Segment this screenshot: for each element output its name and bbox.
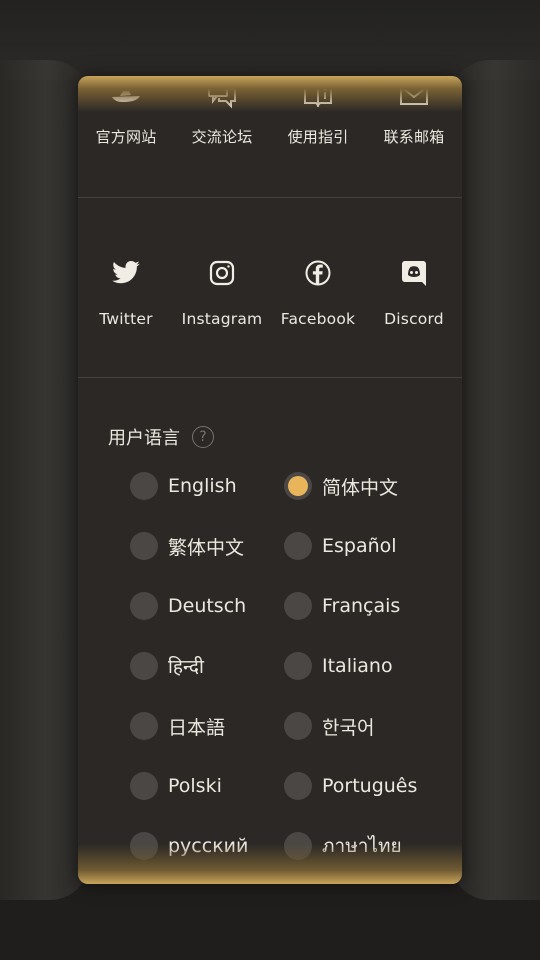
radio-button[interactable]	[130, 592, 158, 620]
language-option-traditional-chinese[interactable]: 繁体中文	[130, 526, 244, 566]
forum-label: 交流论坛	[191, 128, 253, 146]
language-option-label: Italiano	[322, 655, 393, 677]
email-label: 联系邮箱	[383, 128, 445, 146]
instagram-link[interactable]: Instagram	[182, 256, 262, 328]
twitter-link[interactable]: Twitter	[86, 256, 166, 328]
guide-link[interactable]: 使用指引	[278, 78, 358, 147]
language-option-label: Deutsch	[168, 595, 247, 617]
settings-panel: 官方网站 交流论坛 使用指引 联系邮箱 Twitter Instagram Fa…	[78, 76, 462, 884]
language-option-label: 한국어	[322, 716, 375, 739]
discord-label: Discord	[384, 310, 444, 328]
language-option-japanese[interactable]: 日本語	[130, 706, 225, 746]
language-option-label: हिन्दी	[168, 656, 204, 678]
facebook-link[interactable]: Facebook	[278, 256, 358, 328]
language-option-simplified-chinese[interactable]: 简体中文	[284, 466, 398, 506]
background-top	[0, 0, 540, 80]
language-option-label: 繁体中文	[168, 536, 245, 559]
radio-button[interactable]	[284, 652, 312, 680]
radio-button[interactable]	[284, 832, 312, 860]
language-option-french[interactable]: Français	[284, 586, 400, 626]
twitter-label: Twitter	[99, 310, 153, 328]
language-option-label: Français	[322, 595, 401, 617]
language-option-russian[interactable]: русский	[130, 826, 248, 866]
language-option-label: Polski	[168, 775, 222, 797]
book-icon	[303, 83, 333, 107]
facebook-icon	[304, 259, 332, 287]
instagram-icon	[208, 259, 236, 287]
language-option-portuguese[interactable]: Português	[284, 766, 417, 806]
radio-button[interactable]	[284, 772, 312, 800]
language-option-thai[interactable]: ภาษาไทย	[284, 826, 402, 866]
twitter-icon	[111, 260, 141, 286]
radio-button[interactable]	[130, 772, 158, 800]
discord-link[interactable]: Discord	[374, 256, 454, 328]
radio-button[interactable]	[284, 532, 312, 560]
divider-top	[78, 197, 462, 198]
facebook-label: Facebook	[280, 310, 356, 328]
social-links-row: Twitter Instagram Facebook Discord	[78, 256, 462, 328]
mail-icon	[399, 84, 429, 106]
top-links-row: 官方网站 交流论坛 使用指引 联系邮箱	[78, 78, 462, 147]
language-option-label: Português	[322, 775, 418, 797]
radio-button[interactable]	[130, 652, 158, 680]
guide-label: 使用指引	[287, 128, 349, 146]
language-option-label: 简体中文	[322, 476, 399, 499]
radio-button[interactable]	[130, 712, 158, 740]
language-header: 用户语言 ?	[108, 424, 214, 450]
language-option-label: 日本語	[168, 716, 226, 739]
forum-link[interactable]: 交流论坛	[182, 78, 262, 147]
email-link[interactable]: 联系邮箱	[374, 78, 454, 147]
background-left-shape	[0, 60, 90, 900]
ship-icon	[110, 85, 142, 105]
instagram-label: Instagram	[181, 310, 263, 328]
language-option-label: English	[168, 475, 237, 497]
language-option-spanish[interactable]: Español	[284, 526, 397, 566]
radio-button[interactable]	[130, 532, 158, 560]
radio-button[interactable]	[130, 472, 158, 500]
language-option-polish[interactable]: Polski	[130, 766, 222, 806]
official-site-label: 官方网站	[95, 128, 157, 146]
language-option-german[interactable]: Deutsch	[130, 586, 246, 626]
divider-middle	[78, 377, 462, 378]
radio-button[interactable]	[284, 712, 312, 740]
official-site-link[interactable]: 官方网站	[86, 78, 166, 147]
language-option-korean[interactable]: 한국어	[284, 706, 374, 746]
chat-icon	[207, 81, 237, 109]
radio-button[interactable]	[284, 592, 312, 620]
help-icon[interactable]: ?	[192, 426, 214, 448]
language-title: 用户语言	[108, 428, 180, 449]
background-right-shape	[450, 60, 540, 900]
language-option-english[interactable]: English	[130, 466, 237, 506]
discord-icon	[401, 259, 427, 287]
radio-button-selected[interactable]	[284, 472, 312, 500]
language-option-italian[interactable]: Italiano	[284, 646, 393, 686]
language-option-label: Español	[322, 535, 397, 557]
language-option-hindi[interactable]: हिन्दी	[130, 646, 204, 686]
language-option-label: русский	[168, 835, 249, 857]
language-option-label: ภาษาไทย	[322, 835, 402, 857]
radio-button[interactable]	[130, 832, 158, 860]
